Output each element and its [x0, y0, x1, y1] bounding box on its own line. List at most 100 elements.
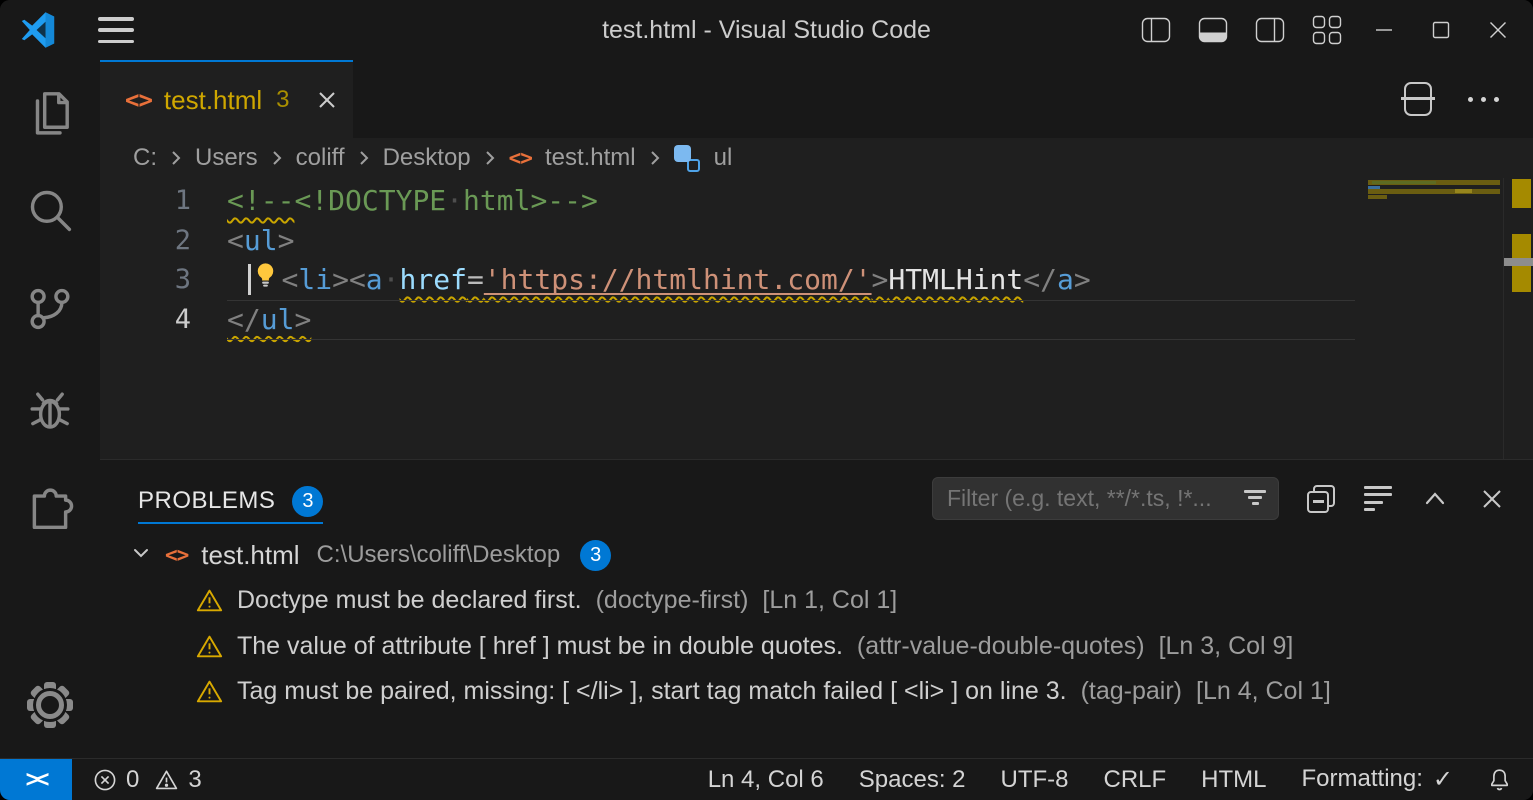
vscode-logo-icon [20, 12, 56, 48]
maximize-icon[interactable] [1426, 15, 1456, 45]
lightbulb-icon[interactable] [252, 261, 279, 302]
more-actions-icon[interactable] [1468, 97, 1499, 102]
close-panel-icon[interactable] [1477, 484, 1507, 514]
status-indentation[interactable]: Spaces: 2 [859, 766, 966, 794]
problem-position: [Ln 3, Col 9] [1159, 632, 1294, 661]
toggle-primary-sidebar-icon[interactable] [1141, 15, 1171, 45]
run-and-debug-icon[interactable] [25, 383, 75, 433]
chevron-right-icon [484, 149, 496, 167]
breadcrumb-desktop[interactable]: Desktop [383, 144, 471, 172]
title-bar: test.html - Visual Studio Code [0, 0, 1533, 60]
bell-icon[interactable] [1488, 767, 1511, 792]
chevron-right-icon [170, 149, 182, 167]
html-file-icon: <> [165, 543, 188, 567]
html-file-icon: <> [509, 146, 532, 170]
minimize-icon[interactable] [1369, 15, 1399, 45]
problem-row[interactable]: Tag must be paired, missing: [ </li> ], … [100, 669, 1533, 715]
settings-gear-icon[interactable] [25, 680, 75, 730]
collapse-all-icon[interactable] [1306, 484, 1336, 514]
close-icon[interactable] [1483, 15, 1513, 45]
tab-close-icon[interactable] [316, 89, 338, 111]
problems-filter-input[interactable] [932, 477, 1279, 520]
toggle-secondary-sidebar-icon[interactable] [1255, 15, 1285, 45]
chevron-down-icon [130, 542, 152, 569]
status-cursor-position[interactable]: Ln 4, Col 6 [708, 766, 824, 794]
chevron-right-icon [649, 149, 661, 167]
toggle-panel-icon[interactable] [1198, 15, 1228, 45]
problems-count-badge: 3 [292, 486, 323, 517]
tab-problem-count: 3 [276, 86, 289, 114]
problems-file-name: test.html [201, 540, 299, 571]
status-problems[interactable]: 0 3 [93, 766, 202, 794]
errors-icon [93, 768, 117, 792]
status-encoding[interactable]: UTF-8 [1001, 766, 1069, 794]
status-formatting[interactable]: Formatting: ✓ [1302, 765, 1453, 794]
problems-tab-label: PROBLEMS [138, 487, 275, 515]
split-editor-icon[interactable] [1404, 82, 1432, 116]
overview-ruler[interactable] [1503, 178, 1533, 459]
problem-row[interactable]: The value of attribute [ href ] must be … [100, 624, 1533, 670]
explorer-icon[interactable] [25, 86, 75, 136]
problem-source: (tag-pair) [1081, 677, 1182, 706]
problems-panel: PROBLEMS 3 <> tes [100, 459, 1533, 758]
problems-file-row[interactable]: <> test.html C:\Users\coliff\Desktop 3 [100, 532, 1533, 578]
search-icon[interactable] [25, 185, 75, 235]
code-line-1[interactable]: 1<!--<!DOCTYPE·html>--> [100, 181, 1533, 221]
code-editor[interactable]: 1<!--<!DOCTYPE·html>-->2<ul>3<li><a·href… [100, 178, 1533, 459]
problem-position: [Ln 4, Col 1] [1196, 677, 1331, 706]
status-eol[interactable]: CRLF [1104, 766, 1167, 794]
code-line-3[interactable]: 3<li><a·href='https://htmlhint.com/'>HTM… [100, 260, 1533, 300]
source-control-icon[interactable] [25, 284, 75, 334]
status-language[interactable]: HTML [1201, 766, 1266, 794]
vscode-window: test.html - Visual Studio Code [0, 0, 1533, 800]
problem-list: Doctype must be declared first. (doctype-… [100, 578, 1533, 715]
line-number: 4 [100, 300, 227, 340]
customize-layout-icon[interactable] [1312, 15, 1342, 45]
minimap[interactable] [1365, 178, 1503, 459]
warning-icon [196, 679, 223, 704]
chevron-right-icon [358, 149, 370, 167]
menu-icon[interactable] [98, 17, 134, 43]
code-line-4[interactable]: 4</ul> [100, 300, 1533, 340]
remote-indicator[interactable]: >< [0, 759, 72, 800]
tab-label: test.html [164, 85, 262, 116]
status-bar: >< 0 3 Ln 4, Col 6 Spaces: 2 UTF-8 CRLF … [0, 758, 1533, 800]
overview-warning-mark [1512, 179, 1531, 208]
warning-icon [196, 588, 223, 613]
breadcrumb: C: Users coliff Desktop <> test.html ul [100, 138, 1533, 178]
line-number: 2 [100, 221, 227, 261]
problem-source: (attr-value-double-quotes) [857, 632, 1145, 661]
problems-filter [932, 477, 1279, 520]
breadcrumb-coliff[interactable]: coliff [296, 144, 345, 172]
problem-message: Tag must be paired, missing: [ </li> ], … [237, 677, 1067, 706]
problem-message: Doctype must be declared first. [237, 586, 582, 615]
tab-bar: <> test.html 3 [100, 60, 1533, 138]
problem-position: [Ln 1, Col 1] [762, 586, 897, 615]
problem-source: (doctype-first) [596, 586, 749, 615]
problem-message: The value of attribute [ href ] must be … [237, 632, 843, 661]
overview-cursor-mark [1504, 258, 1533, 266]
warning-icon [196, 634, 223, 659]
problem-row[interactable]: Doctype must be declared first. (doctype-… [100, 578, 1533, 624]
problems-file-path: C:\Users\coliff\Desktop [317, 541, 561, 569]
breadcrumb-file[interactable]: test.html [545, 144, 636, 172]
maximize-panel-icon[interactable] [1420, 484, 1450, 514]
activity-bar [0, 60, 100, 758]
check-icon: ✓ [1433, 765, 1453, 794]
breadcrumb-symbol[interactable]: ul [714, 144, 733, 172]
warning-count: 3 [188, 766, 201, 794]
filter-icon[interactable] [1244, 490, 1266, 505]
extensions-icon[interactable] [25, 482, 75, 532]
view-as-table-icon[interactable] [1363, 484, 1393, 514]
problems-tab[interactable]: PROBLEMS 3 [138, 486, 323, 524]
code-lines: 1<!--<!DOCTYPE·html>-->2<ul>3<li><a·href… [100, 181, 1533, 339]
error-count: 0 [126, 766, 139, 794]
html-file-icon: <> [125, 86, 152, 114]
line-number: 1 [100, 181, 227, 221]
warnings-icon [154, 768, 179, 792]
breadcrumb-drive[interactable]: C: [133, 144, 157, 172]
tab-test-html[interactable]: <> test.html 3 [100, 60, 353, 138]
code-line-2[interactable]: 2<ul> [100, 221, 1533, 261]
line-number: 3 [100, 260, 227, 300]
breadcrumb-users[interactable]: Users [195, 144, 258, 172]
